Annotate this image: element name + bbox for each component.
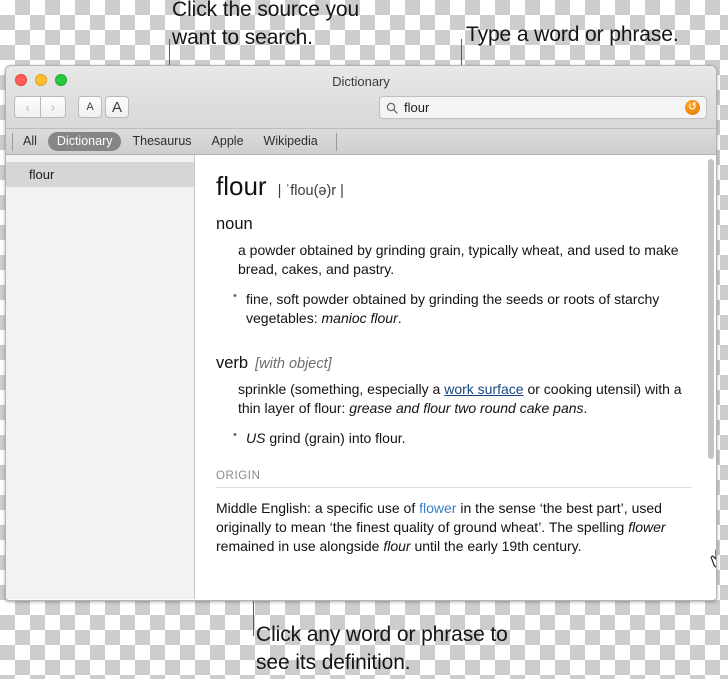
- window-body: flour flour | ˈflou(ə)r | noun a powder …: [6, 155, 716, 599]
- content-scrollbar[interactable]: [708, 159, 714, 595]
- verb-subsense-1: US grind (grain) into flour.: [233, 428, 692, 448]
- pos-label-noun: noun: [216, 215, 253, 233]
- origin-italic-flour: flour: [383, 538, 411, 555]
- verb-sense-1-tail: .: [583, 400, 588, 417]
- tab-well-right-edge: [336, 133, 337, 151]
- source-tab-thesaurus[interactable]: Thesaurus: [123, 132, 200, 151]
- noun-subsense-1-tail: .: [397, 310, 402, 327]
- callout-type-a-word: Type a word or phrase.: [466, 23, 679, 46]
- search-input[interactable]: [398, 97, 685, 118]
- results-sidebar: flour: [6, 155, 195, 599]
- origin-text: Middle English: a specific use of flower…: [216, 499, 692, 556]
- tab-well-left-edge: [12, 133, 13, 151]
- verb-sense-1-text-a: sprinkle (something, especially a: [238, 381, 445, 398]
- search-field[interactable]: ↺: [379, 96, 707, 119]
- noun-sense-1: a powder obtained by grinding grain, typ…: [238, 242, 679, 278]
- forward-button[interactable]: ›: [40, 96, 66, 118]
- origin-text-d: until the early 19th century.: [410, 538, 582, 555]
- increase-font-size-button[interactable]: A: [105, 96, 129, 118]
- part-of-speech-noun: noun: [216, 215, 692, 234]
- origin-text-a: Middle English: a specific use of: [216, 500, 420, 517]
- sidebar-item-flour[interactable]: flour: [6, 162, 194, 187]
- close-button[interactable]: [15, 74, 27, 86]
- part-of-speech-verb: verb [with object]: [216, 354, 692, 373]
- search-icon: [386, 102, 398, 114]
- dictionary-window: Dictionary ‹ › A A ↺ All D: [5, 65, 717, 601]
- flower-link[interactable]: flower: [419, 500, 456, 516]
- callout-click-any-word: Click any word or phrase to see its defi…: [256, 623, 508, 674]
- work-surface-link[interactable]: work surface: [444, 381, 523, 397]
- verb-sense-1-example: grease and flour two round cake pans: [349, 400, 584, 417]
- verb-sense-1: sprinkle (something, especially a work s…: [238, 380, 692, 418]
- minimize-button[interactable]: [35, 74, 47, 86]
- verb-subsense-1-text: grind (grain) into flour.: [265, 430, 406, 447]
- callout-click-the-source: Click the source you want to search.: [172, 0, 360, 49]
- source-tab-dictionary[interactable]: Dictionary: [47, 132, 122, 151]
- definition-pane: flour | ˈflou(ə)r | noun a powder obtain…: [195, 155, 716, 599]
- window-titlebar: Dictionary ‹ › A A ↺: [6, 66, 716, 129]
- traffic-light-group: [15, 74, 67, 86]
- noun-subsense-1: fine, soft powder obtained by grinding t…: [233, 289, 692, 328]
- verb-grammar-note: [with object]: [255, 356, 332, 373]
- dictionary-app-icon[interactable]: ↺: [685, 100, 700, 115]
- origin-text-c: remained in use alongside: [216, 538, 384, 555]
- source-tab-bar: All Dictionary Thesaurus Apple Wikipedia: [6, 129, 716, 155]
- back-button[interactable]: ‹: [14, 96, 40, 118]
- source-tab-all[interactable]: All: [14, 132, 46, 151]
- verb-subsense-1-region: US: [246, 430, 266, 447]
- source-tab-apple[interactable]: Apple: [203, 132, 253, 151]
- noun-subsense-1-text: fine, soft powder obtained by grinding t…: [246, 291, 660, 327]
- pronunciation: | ˈflou(ə)r |: [277, 183, 344, 199]
- toolbar-left-group: ‹ › A A: [14, 96, 129, 118]
- origin-italic-flower: flower: [628, 519, 666, 536]
- zoom-button[interactable]: [55, 74, 67, 86]
- window-title: Dictionary: [332, 74, 390, 89]
- noun-subsense-1-example: manioc flour: [321, 310, 398, 327]
- navigation-buttons: ‹ ›: [14, 96, 66, 118]
- origin-heading: ORIGIN: [216, 470, 261, 483]
- origin-divider: [216, 487, 692, 489]
- headword: flour: [216, 171, 267, 201]
- headword-row: flour | ˈflou(ə)r |: [216, 173, 692, 199]
- font-size-buttons: A A: [78, 96, 129, 118]
- pos-label-verb: verb: [216, 354, 249, 373]
- scrollbar-thumb[interactable]: [708, 159, 714, 459]
- decrease-font-size-button[interactable]: A: [78, 96, 102, 118]
- source-tab-wikipedia[interactable]: Wikipedia: [255, 132, 327, 151]
